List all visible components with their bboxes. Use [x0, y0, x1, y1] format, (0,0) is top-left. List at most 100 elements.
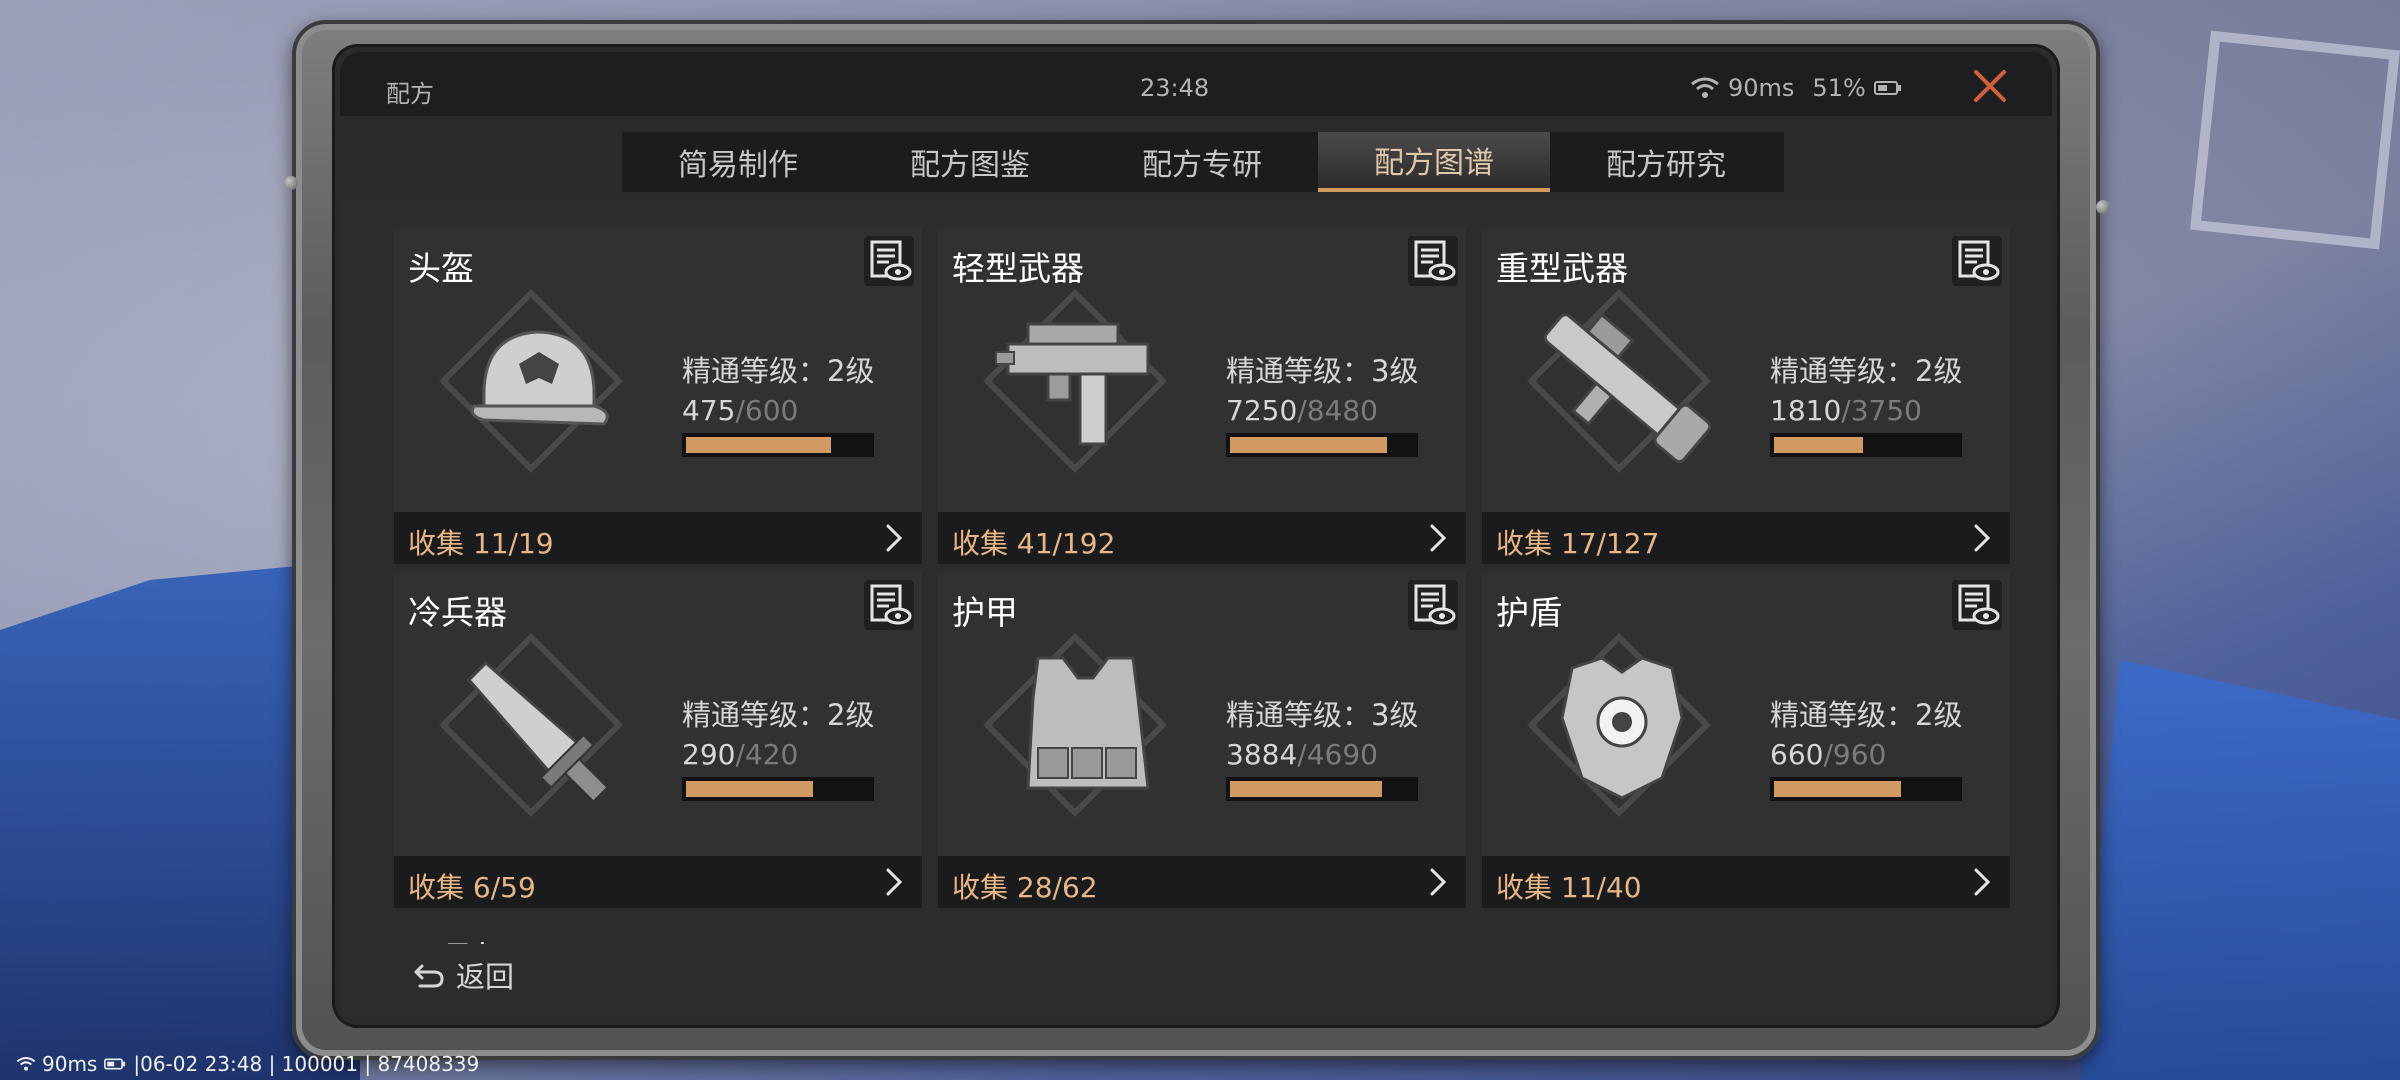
close-button[interactable] — [1966, 62, 2014, 110]
view-details-button[interactable] — [864, 236, 914, 286]
recipe-card[interactable]: 护盾 精通等级：2级 660/960 收集 11/40 — [1482, 572, 2010, 908]
collection-row[interactable]: 收集 17/127 — [1482, 512, 2010, 564]
mastery-progress-text: 1810/3750 — [1770, 394, 1922, 427]
progress-bar-fill — [1774, 437, 1863, 453]
partial-card: 工具机 — [394, 920, 922, 944]
progress-current: 290 — [682, 738, 736, 771]
close-icon — [1974, 70, 2006, 102]
view-details-button[interactable] — [1408, 236, 1458, 286]
back-label: 返回 — [456, 960, 515, 994]
card-category-name: 头盔 — [408, 249, 474, 288]
progress-max: 3750 — [1850, 394, 1922, 427]
progress-separator: / — [735, 738, 745, 771]
footer-ping: 90ms — [42, 1052, 98, 1076]
progress-bar — [682, 777, 874, 801]
view-details-button[interactable] — [864, 580, 914, 630]
mastery-progress-text: 3884/4690 — [1226, 738, 1378, 771]
chevron-right-icon — [1430, 868, 1447, 896]
progress-bar-fill — [1230, 437, 1387, 453]
chevron-right-icon — [886, 524, 903, 552]
mastery-level: 精通等级：2级 — [1770, 698, 1963, 732]
view-details-button[interactable] — [1952, 580, 2002, 630]
partial-card-name: 工具机 — [408, 932, 507, 944]
progress-bar — [1770, 433, 1962, 457]
collection-row[interactable]: 收集 28/62 — [938, 856, 1466, 908]
progress-current: 3884 — [1226, 738, 1298, 771]
vest-icon — [1026, 656, 1150, 790]
tab-recipe-specialize[interactable]: 配方专研 — [1086, 132, 1318, 192]
view-details-button[interactable] — [1952, 236, 2002, 286]
recipe-card[interactable]: 冷兵器 精通等级：2级 290/420 收集 6/59 — [394, 572, 922, 908]
progress-bar-fill — [686, 437, 831, 453]
return-arrow-icon — [414, 964, 444, 988]
collection-count: 收集 17/127 — [1496, 527, 1660, 560]
rocket-launcher-icon — [1543, 312, 1712, 464]
card-category-name: 轻型武器 — [952, 249, 1084, 288]
progress-separator: / — [735, 394, 745, 427]
card-category-name: 护甲 — [952, 593, 1018, 632]
wifi-icon — [1691, 77, 1719, 98]
mastery-progress-text: 660/960 — [1770, 738, 1886, 771]
mastery-level: 精通等级：2级 — [682, 354, 875, 388]
collection-row[interactable]: 收集 11/19 — [394, 512, 922, 564]
progress-separator: / — [1297, 738, 1307, 771]
battery-icon — [1873, 81, 1901, 95]
progress-current: 660 — [1770, 738, 1824, 771]
chevron-right-icon — [886, 868, 903, 896]
progress-separator: / — [1297, 394, 1307, 427]
mastery-progress-text: 290/420 — [682, 738, 798, 771]
document-eye-icon — [1414, 584, 1456, 625]
card-category-name: 重型武器 — [1496, 249, 1628, 288]
back-button[interactable]: 返回 — [412, 952, 582, 998]
recipe-card[interactable]: 轻型武器 精通等级：3级 7250/8480 收集 41/192 — [938, 228, 1466, 564]
collection-row[interactable]: 收集 11/40 — [1482, 856, 2010, 908]
mastery-level: 精通等级：3级 — [1226, 698, 1419, 732]
view-details-button[interactable] — [1408, 580, 1458, 630]
progress-bar — [1226, 777, 1418, 801]
status-indicators: 90ms 51% — [1690, 74, 1902, 102]
cap-icon — [470, 330, 609, 426]
recipe-card[interactable]: 护甲 精通等级：3级 3884/4690 收集 28/62 — [938, 572, 1466, 908]
progress-bar — [1226, 433, 1418, 457]
battery-text: 51% — [1812, 74, 1866, 102]
document-eye-icon — [870, 240, 912, 281]
tab-recipe-atlas[interactable]: 配方图谱 — [1318, 132, 1550, 192]
progress-bar-fill — [1230, 781, 1382, 797]
progress-bar — [1770, 777, 1962, 801]
card-category-name: 护盾 — [1496, 593, 1562, 632]
mastery-progress-text: 475/600 — [682, 394, 798, 427]
footer-info: |06-02 23:48 | 100001 | 87408339 — [133, 1052, 480, 1076]
progress-current: 1810 — [1770, 394, 1842, 427]
mastery-level: 精通等级：2级 — [1770, 354, 1963, 388]
tab-recipe-collection[interactable]: 配方图鉴 — [854, 132, 1086, 192]
mastery-level: 精通等级：2级 — [682, 698, 875, 732]
recipe-card[interactable]: 重型武器 精通等级：2级 1810/3750 收集 17/127 — [1482, 228, 2010, 564]
background-frame-right — [2190, 30, 2400, 250]
window-title: 配方 — [386, 80, 434, 108]
progress-max: 420 — [744, 738, 799, 771]
collection-count: 收集 6/59 — [408, 871, 536, 904]
document-eye-icon — [870, 584, 912, 625]
card-category-name: 冷兵器 — [408, 593, 507, 632]
tab-recipe-research[interactable]: 配方研究 — [1550, 132, 1782, 192]
progress-max: 4690 — [1306, 738, 1378, 771]
progress-max: 960 — [1832, 738, 1887, 771]
collection-count: 收集 28/62 — [952, 871, 1098, 904]
collection-row[interactable]: 收集 6/59 — [394, 856, 922, 908]
tab-simple-craft[interactable]: 简易制作 — [622, 132, 854, 192]
document-eye-icon — [1958, 584, 2000, 625]
progress-max: 600 — [744, 394, 799, 427]
chevron-right-icon — [1974, 868, 1991, 896]
progress-separator: / — [1841, 394, 1851, 427]
progress-current: 7250 — [1226, 394, 1298, 427]
collection-row[interactable]: 收集 41/192 — [938, 512, 1466, 564]
chevron-right-icon — [1974, 524, 1991, 552]
progress-current: 475 — [682, 394, 736, 427]
document-eye-icon — [1958, 240, 2000, 281]
frame-bolt — [2096, 200, 2110, 214]
recipe-card[interactable]: 头盔 精通等级：2级 475/600 收集 11/19 — [394, 228, 922, 564]
progress-bar-fill — [686, 781, 813, 797]
frame-bolt — [284, 176, 298, 190]
shield-armor-icon — [1560, 656, 1684, 800]
background-blue-shape-right — [2080, 660, 2400, 1080]
